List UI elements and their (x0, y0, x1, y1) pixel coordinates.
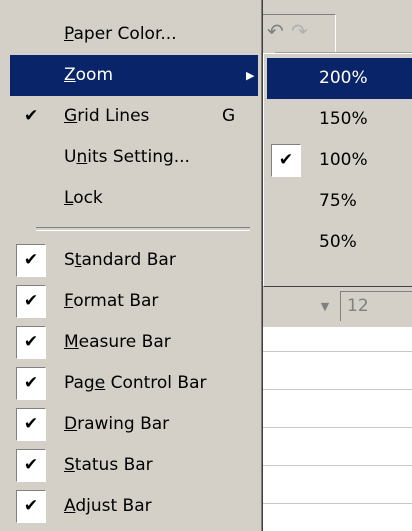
grid-line (263, 389, 412, 390)
zoom-option-label: 200% (319, 68, 368, 88)
redo-icon[interactable]: ↷ (291, 19, 308, 43)
check-icon: ✔ (16, 367, 46, 400)
check-icon: ✔ (16, 449, 46, 482)
check-icon: ✔ (16, 490, 46, 523)
menu-item-label: Drawing Bar (64, 414, 170, 434)
zoom-option-150[interactable]: 150% (267, 99, 412, 140)
menu-item-lock[interactable]: Lock (10, 178, 258, 219)
menu-item-label: Measure Bar (64, 332, 171, 352)
check-icon: ✔ (16, 408, 46, 441)
menu-item-status-bar[interactable]: ✔ Status Bar (10, 445, 258, 486)
document-area (263, 327, 412, 531)
check-icon: ✔ (16, 326, 46, 359)
menu-item-standard-bar[interactable]: ✔ Standard Bar (10, 240, 258, 281)
menu-item-measure-bar[interactable]: ✔ Measure Bar (10, 322, 258, 363)
menu-item-label: Adjust Bar (64, 496, 152, 516)
zoom-submenu: 200% 150% ✔ 100% 75% 50% (263, 53, 412, 287)
menu-item-label: Zoom (64, 65, 114, 85)
check-icon: ✔ (24, 106, 39, 126)
zoom-option-label: 150% (319, 109, 368, 129)
view-menu: Paper Color... Zoom ▶ ✔ Grid Lines G Uni… (6, 0, 263, 531)
menu-item-zoom[interactable]: Zoom ▶ (10, 55, 258, 96)
shortcut-key: G (222, 106, 236, 126)
zoom-option-100[interactable]: ✔ 100% (267, 140, 412, 181)
grid-line (263, 465, 412, 466)
menu-item-drawing-bar[interactable]: ✔ Drawing Bar (10, 404, 258, 445)
menu-item-label: Grid Lines (64, 106, 150, 126)
zoom-option-200[interactable]: 200% (267, 58, 412, 99)
menu-item-label: Standard Bar (64, 250, 176, 270)
menu-item-page-control-bar[interactable]: ✔ Page Control Bar (10, 363, 258, 404)
menu-item-label: Units Setting... (64, 147, 190, 167)
font-size-field[interactable]: 12 (340, 291, 412, 321)
zoom-option-label: 75% (319, 191, 357, 211)
grid-line (263, 503, 412, 504)
zoom-option-50[interactable]: 50% (267, 222, 412, 263)
menu-item-format-bar[interactable]: ✔ Format Bar (10, 281, 258, 322)
menu-item-label: Format Bar (64, 291, 159, 311)
menu-item-paper-color[interactable]: Paper Color... (10, 14, 258, 55)
menu-item-units-setting[interactable]: Units Setting... (10, 137, 258, 178)
menu-item-label: Page Control Bar (64, 373, 207, 393)
undo-icon[interactable]: ↶ (267, 19, 284, 43)
zoom-option-label: 50% (319, 232, 357, 252)
menu-separator (36, 227, 250, 231)
menu-item-label: Status Bar (64, 455, 153, 475)
menu-item-adjust-bar[interactable]: ✔ Adjust Bar (10, 486, 258, 527)
menu-item-grid-lines[interactable]: ✔ Grid Lines G (10, 96, 258, 137)
zoom-option-label: 100% (319, 150, 368, 170)
zoom-option-75[interactable]: 75% (267, 181, 412, 222)
app-window: ↶ ↷ ▼ 12 Paper Color... Zoom ▶ ✔ Grid Li… (0, 0, 412, 531)
font-dropdown-arrow-icon[interactable]: ▼ (312, 296, 338, 318)
check-icon: ✔ (16, 244, 46, 277)
grid-line (263, 427, 412, 428)
undo-redo-group: ↶ ↷ (258, 14, 336, 52)
menu-item-label: Paper Color... (64, 24, 177, 44)
menu-item-label: Lock (64, 188, 103, 208)
grid-line (263, 351, 412, 352)
check-icon: ✔ (16, 285, 46, 318)
check-icon: ✔ (271, 144, 301, 177)
submenu-arrow-icon: ▶ (246, 69, 255, 82)
